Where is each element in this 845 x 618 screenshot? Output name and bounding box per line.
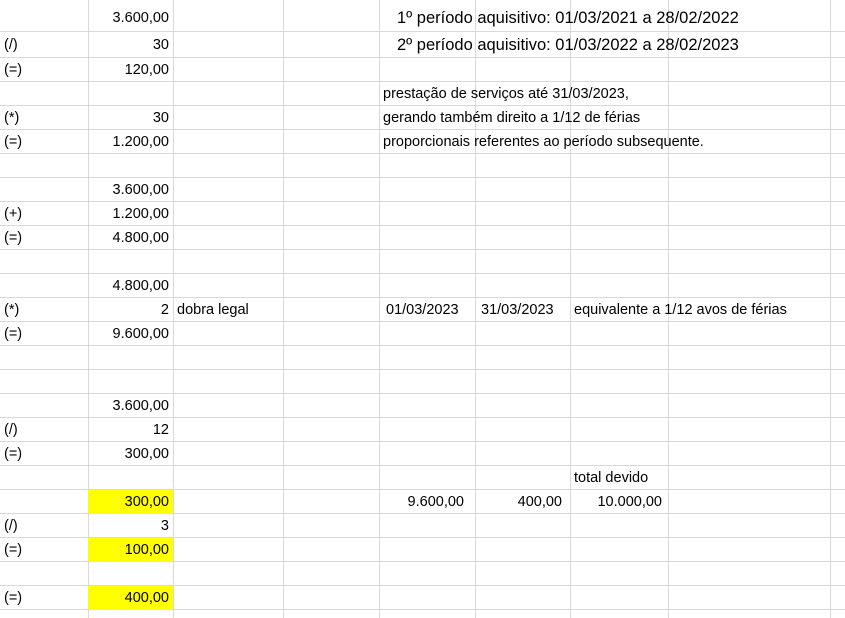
value-cell[interactable]: 30 (88, 106, 173, 130)
operator-cell[interactable]: (=) (0, 442, 88, 466)
row-divider (0, 31, 845, 32)
start-date-cell[interactable]: 01/03/2023 (382, 298, 475, 322)
legal-double-label[interactable]: dobra legal (173, 298, 283, 322)
value-cell[interactable]: 4.800,00 (88, 274, 173, 298)
highlighted-value-cell[interactable]: 100,00 (88, 538, 173, 562)
row-divider (0, 369, 845, 370)
highlighted-value-cell[interactable]: 400,00 (88, 586, 173, 610)
service-note-line-2[interactable]: gerando também direito a 1/12 de férias (379, 106, 799, 130)
service-note-line-1[interactable]: prestação de serviços até 31/03/2023, (379, 82, 799, 106)
value-cell[interactable]: 120,00 (88, 58, 173, 82)
value-cell[interactable]: 3 (88, 514, 173, 538)
equivalence-note[interactable]: equivalente a 1/12 avos de férias (570, 298, 830, 322)
value-cell[interactable]: 12 (88, 418, 173, 442)
column-divider (283, 0, 284, 618)
operator-cell[interactable]: (/) (0, 33, 88, 57)
value-cell[interactable]: 3.600,00 (88, 6, 173, 30)
operator-cell[interactable]: (=) (0, 226, 88, 250)
service-note-line-3[interactable]: proporcionais referentes ao período subs… (379, 130, 819, 154)
operator-cell[interactable]: (=) (0, 538, 88, 562)
value-cell[interactable]: 3.600,00 (88, 394, 173, 418)
value-cell[interactable]: 2 (88, 298, 173, 322)
operator-cell[interactable]: (=) (0, 586, 88, 610)
value-cell[interactable]: 30 (88, 33, 173, 57)
period-2-note[interactable]: 2º período aquisitivo: 01/03/2022 a 28/0… (393, 33, 833, 57)
value-cell[interactable]: 1.200,00 (88, 130, 173, 154)
end-date-cell[interactable]: 31/03/2023 (477, 298, 570, 322)
period-1-note[interactable]: 1º período aquisitivo: 01/03/2021 a 28/0… (393, 6, 833, 30)
operator-cell[interactable]: (*) (0, 298, 88, 322)
operator-cell[interactable]: (=) (0, 322, 88, 346)
total-due-label[interactable]: total devido (570, 466, 668, 490)
value-cell[interactable]: 300,00 (88, 442, 173, 466)
column-divider (830, 0, 831, 618)
double-amount-cell[interactable]: 9.600,00 (379, 490, 468, 514)
operator-cell[interactable]: (*) (0, 106, 88, 130)
proportional-amount-cell[interactable]: 400,00 (475, 490, 566, 514)
operator-cell[interactable] (0, 6, 88, 30)
operator-cell[interactable]: (=) (0, 130, 88, 154)
value-cell[interactable]: 1.200,00 (88, 202, 173, 226)
value-cell[interactable]: 3.600,00 (88, 178, 173, 202)
operator-cell[interactable]: (/) (0, 418, 88, 442)
spreadsheet-grid[interactable]: 3.600,00 (/) 30 (=) 120,00 (*) 30 (=) 1.… (0, 0, 845, 618)
operator-cell[interactable]: (/) (0, 514, 88, 538)
value-cell[interactable]: 4.800,00 (88, 226, 173, 250)
value-cell[interactable]: 9.600,00 (88, 322, 173, 346)
total-due-cell[interactable]: 10.000,00 (570, 490, 666, 514)
operator-cell[interactable]: (+) (0, 202, 88, 226)
highlighted-value-cell[interactable]: 300,00 (88, 490, 173, 514)
operator-cell[interactable]: (=) (0, 58, 88, 82)
